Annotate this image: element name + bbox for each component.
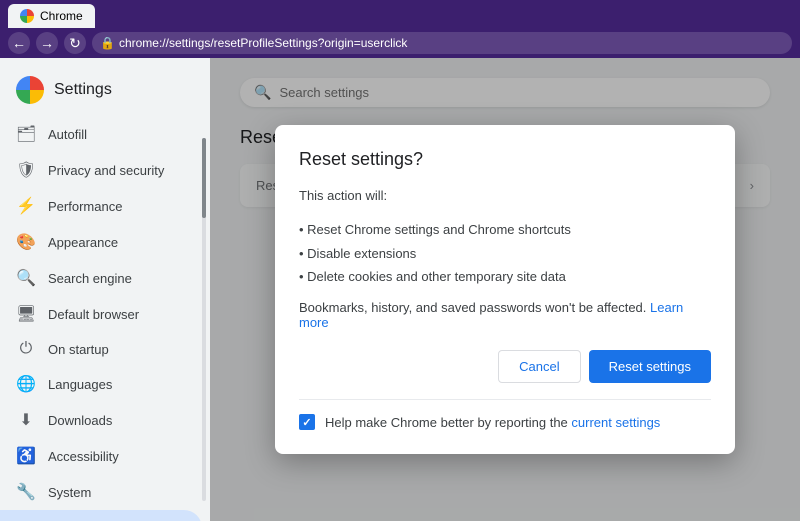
privacy-icon: 🛡 [16, 160, 36, 180]
sidebar-item-privacy[interactable]: 🛡 Privacy and security [0, 152, 202, 188]
sidebar-title: Settings [54, 81, 112, 99]
dialog-action-label: This action will: [299, 186, 711, 207]
app-body: Settings 🗂 Autofill 🛡 Privacy and securi… [0, 58, 800, 521]
dialog-note: Bookmarks, history, and saved passwords … [299, 300, 711, 330]
help-chrome-label: Help make Chrome better by reporting the… [325, 415, 660, 430]
system-icon: 🔧 [16, 482, 36, 502]
active-tab[interactable]: Chrome [8, 4, 95, 28]
search-engine-icon: 🔍 [16, 268, 36, 288]
sidebar-item-on-startup[interactable]: ⏻ On startup [0, 332, 202, 366]
autofill-icon: 🗂 [16, 124, 36, 144]
dialog-item-1: • Reset Chrome settings and Chrome short… [299, 218, 711, 241]
dialog-buttons: Cancel Reset settings [299, 350, 711, 383]
refresh-button[interactable]: ↻ [64, 32, 86, 54]
sidebar-item-downloads[interactable]: ⬇ Downloads [0, 402, 202, 438]
dialog-item-2: • Disable extensions [299, 242, 711, 265]
sidebar-item-accessibility[interactable]: ♿ Accessibility [0, 438, 202, 474]
address-bar[interactable]: 🔒 chrome://settings/resetProfileSettings… [92, 32, 792, 54]
tab-title: Chrome [40, 9, 83, 23]
url-text: chrome://settings/resetProfileSettings?o… [119, 36, 407, 50]
reset-settings-button[interactable]: Reset settings [589, 350, 711, 383]
sidebar-item-label: Downloads [48, 413, 112, 428]
sidebar-item-label: Autofill [48, 127, 87, 142]
cancel-button[interactable]: Cancel [498, 350, 580, 383]
current-settings-link[interactable]: current settings [571, 415, 660, 430]
downloads-icon: ⬇ [16, 410, 36, 430]
sidebar-item-label: Performance [48, 199, 122, 214]
reset-dialog: Reset settings? This action will: • Rese… [275, 125, 735, 455]
dialog-items-list: • Reset Chrome settings and Chrome short… [299, 218, 711, 288]
sidebar-header: Settings [0, 68, 210, 116]
sidebar-item-label: Search engine [48, 271, 132, 286]
sidebar-item-label: Privacy and security [48, 163, 164, 178]
default-browser-icon: 🖥 [16, 304, 36, 324]
back-button[interactable]: ← [8, 32, 30, 54]
sidebar-item-label: System [48, 485, 91, 500]
sidebar-item-default-browser[interactable]: 🖥 Default browser [0, 296, 202, 332]
sidebar-item-label: Languages [48, 377, 112, 392]
help-chrome-checkbox[interactable] [299, 414, 315, 430]
sidebar: Settings 🗂 Autofill 🛡 Privacy and securi… [0, 58, 210, 521]
scrollbar-thumb [202, 138, 206, 218]
chrome-logo-icon [20, 9, 34, 23]
sidebar-item-reset-settings[interactable]: ↩ Reset settings [0, 510, 202, 521]
languages-icon: 🌐 [16, 374, 36, 394]
settings-logo-icon [16, 76, 44, 104]
browser-navbar: ← → ↻ 🔒 chrome://settings/resetProfileSe… [0, 28, 800, 58]
dialog-footer: Help make Chrome better by reporting the… [299, 399, 711, 430]
on-startup-icon: ⏻ [16, 340, 36, 358]
performance-icon: ⚡ [16, 196, 36, 216]
forward-button[interactable]: → [36, 32, 58, 54]
appearance-icon: 🎨 [16, 232, 36, 252]
sidebar-item-label: On startup [48, 342, 109, 357]
sidebar-item-system[interactable]: 🔧 System [0, 474, 202, 510]
modal-overlay: Reset settings? This action will: • Rese… [210, 58, 800, 521]
sidebar-item-autofill[interactable]: 🗂 Autofill [0, 116, 202, 152]
sidebar-scrollbar[interactable] [202, 138, 206, 501]
accessibility-icon: ♿ [16, 446, 36, 466]
sidebar-item-search-engine[interactable]: 🔍 Search engine [0, 260, 202, 296]
tab-bar: Chrome [0, 0, 800, 28]
sidebar-item-label: Appearance [48, 235, 118, 250]
sidebar-item-label: Accessibility [48, 449, 119, 464]
sidebar-item-languages[interactable]: 🌐 Languages [0, 366, 202, 402]
dialog-item-3: • Delete cookies and other temporary sit… [299, 265, 711, 288]
dialog-title: Reset settings? [299, 149, 711, 170]
sidebar-item-performance[interactable]: ⚡ Performance [0, 188, 202, 224]
lock-icon: 🔒 [100, 36, 115, 50]
main-content: 🔍 Reset settings Restore settings to the… [210, 58, 800, 521]
sidebar-item-label: Default browser [48, 307, 139, 322]
sidebar-item-appearance[interactable]: 🎨 Appearance [0, 224, 202, 260]
